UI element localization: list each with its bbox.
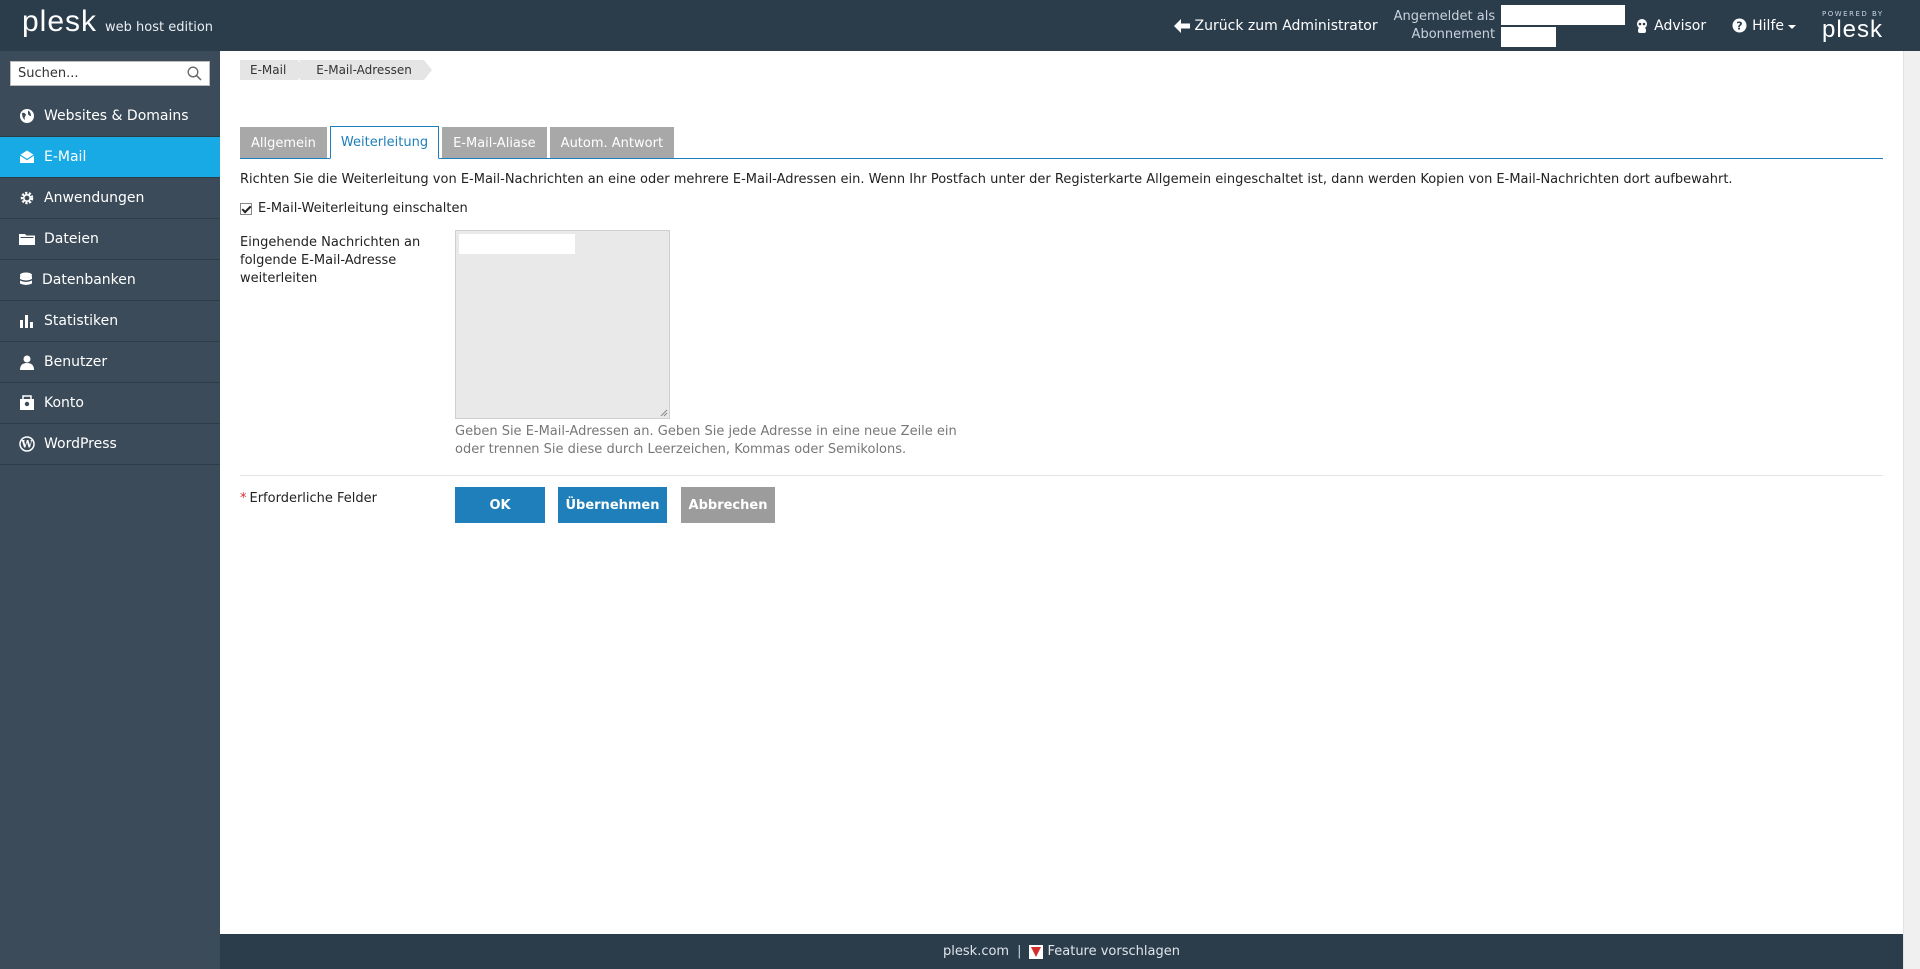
breadcrumb-item-email-addresses[interactable]: E-Mail-Adressen — [300, 60, 432, 80]
suggest-feature-label: Feature vorschlagen — [1047, 944, 1180, 959]
sidebar-search — [10, 61, 210, 86]
ok-button[interactable]: OK — [455, 487, 545, 523]
arrow-left-icon — [1173, 18, 1190, 33]
svg-text:W: W — [20, 440, 33, 451]
sidebar-item-label: Datenbanken — [42, 272, 136, 288]
sidebar-item-label: Konto — [44, 395, 84, 411]
powered-by-logo: plesk — [1822, 15, 1884, 43]
sidebar-item-label: Anwendungen — [44, 190, 145, 206]
gear-icon — [20, 191, 34, 205]
folder-icon — [19, 234, 35, 245]
plesk-site-link[interactable]: plesk.com — [943, 944, 1009, 959]
subscription-redacted[interactable] — [1501, 26, 1557, 47]
sidebar-item-applications[interactable]: Anwendungen — [0, 178, 220, 219]
sidebar-item-databases[interactable]: Datenbanken — [0, 260, 220, 301]
form-divider — [240, 475, 1883, 476]
redacted-address — [459, 234, 575, 254]
apply-button[interactable]: Übernehmen — [558, 487, 667, 523]
sidebar-item-account[interactable]: Konto — [0, 383, 220, 424]
session-info: Angemeldet als Abonnement — [1394, 8, 1496, 44]
tab-general[interactable]: Allgemein — [240, 127, 327, 158]
enable-forwarding-checkbox[interactable] — [240, 202, 252, 215]
forward-addresses-label: Eingehende Nachrichten an folgende E-Mai… — [240, 235, 421, 286]
sidebar-item-label: Benutzer — [44, 354, 108, 370]
required-fields-label: Erforderliche Felder — [249, 491, 378, 506]
breadcrumb: E-Mail E-Mail-Adressen — [240, 60, 432, 80]
feature-suggestion-icon — [1029, 944, 1044, 959]
svg-text:?: ? — [1736, 20, 1742, 33]
breadcrumb-item-email[interactable]: E-Mail — [240, 60, 307, 80]
help-label: Hilfe — [1752, 17, 1784, 34]
back-to-admin-label: Zurück zum Administrator — [1194, 17, 1378, 34]
subscription-label: Abonnement — [1411, 26, 1496, 42]
logged-in-label: Angemeldet als — [1393, 8, 1496, 24]
advisor-icon — [1637, 18, 1648, 33]
main-content: E-Mail E-Mail-Adressen Allgemein Weiterl… — [220, 51, 1903, 934]
tab-email-aliases[interactable]: E-Mail-Aliase — [442, 127, 547, 158]
account-icon — [20, 395, 34, 410]
username-redacted[interactable] — [1501, 4, 1626, 25]
required-fields-note: * Erforderliche Felder — [240, 491, 377, 506]
database-icon — [20, 272, 32, 285]
enable-forwarding-label[interactable]: E-Mail-Weiterleitung einschalten — [258, 201, 468, 216]
bar-chart-icon — [20, 315, 33, 328]
footer: plesk.com | Feature vorschlagen — [220, 934, 1903, 969]
sidebar-item-websites-domains[interactable]: Websites & Domains — [0, 96, 220, 137]
help-menu[interactable]: ? Hilfe — [1732, 18, 1796, 34]
advisor-label: Advisor — [1654, 17, 1707, 34]
edition-label: web host edition — [105, 20, 214, 35]
forward-addresses-hint: Geben Sie E-Mail-Adressen an. Geben Sie … — [455, 424, 957, 457]
wordpress-icon: W — [19, 436, 35, 452]
user-icon — [20, 355, 34, 370]
cancel-button[interactable]: Abbrechen — [681, 487, 775, 523]
mail-icon — [19, 150, 35, 163]
question-icon: ? — [1732, 18, 1747, 33]
sidebar-item-label: Websites & Domains — [44, 108, 189, 124]
plesk-logo[interactable]: plesk web host edition — [22, 7, 213, 37]
sidebar-item-wordpress[interactable]: W WordPress — [0, 424, 220, 465]
top-header: plesk web host edition Zurück zum Admini… — [0, 0, 1920, 51]
forward-addresses-textarea[interactable] — [455, 230, 670, 419]
session-values — [1501, 4, 1626, 47]
sidebar-nav: Websites & Domains E-Mail Anwendungen Da… — [0, 96, 220, 465]
back-to-admin-link[interactable]: Zurück zum Administrator — [1173, 17, 1378, 34]
tab-bar: Allgemein Weiterleitung E-Mail-Aliase Au… — [240, 126, 1883, 159]
page-scrollbar[interactable] — [1903, 51, 1920, 969]
enable-forwarding-row: E-Mail-Weiterleitung einschalten — [240, 201, 468, 216]
forwarding-description: Richten Sie die Weiterleitung von E-Mail… — [240, 172, 1733, 187]
powered-by-plesk: POWERED BY plesk — [1822, 10, 1898, 42]
chevron-down-icon — [1788, 24, 1796, 29]
tab-forwarding[interactable]: Weiterleitung — [329, 126, 440, 159]
sidebar-item-statistics[interactable]: Statistiken — [0, 301, 220, 342]
search-input[interactable] — [11, 62, 181, 85]
sidebar-item-label: Dateien — [44, 231, 99, 247]
suggest-feature-link[interactable]: Feature vorschlagen — [1029, 944, 1180, 959]
header-actions: Zurück zum Administrator Angemeldet als … — [1173, 0, 1920, 51]
sidebar-item-files[interactable]: Dateien — [0, 219, 220, 260]
tab-auto-reply[interactable]: Autom. Antwort — [549, 127, 675, 158]
footer-separator: | — [1017, 944, 1022, 959]
globe-icon — [20, 109, 34, 123]
search-icon[interactable] — [187, 66, 202, 81]
sidebar-item-users[interactable]: Benutzer — [0, 342, 220, 383]
sidebar-item-label: WordPress — [44, 436, 117, 452]
sidebar-item-label: E-Mail — [44, 149, 87, 165]
sidebar: Websites & Domains E-Mail Anwendungen Da… — [0, 51, 220, 969]
required-marker: * — [240, 491, 247, 506]
resize-grip-icon[interactable] — [660, 409, 668, 417]
sidebar-item-label: Statistiken — [44, 313, 119, 329]
logo-wordmark: plesk — [22, 5, 98, 38]
sidebar-item-email[interactable]: E-Mail — [0, 137, 220, 178]
advisor-button[interactable]: Advisor — [1635, 18, 1706, 34]
